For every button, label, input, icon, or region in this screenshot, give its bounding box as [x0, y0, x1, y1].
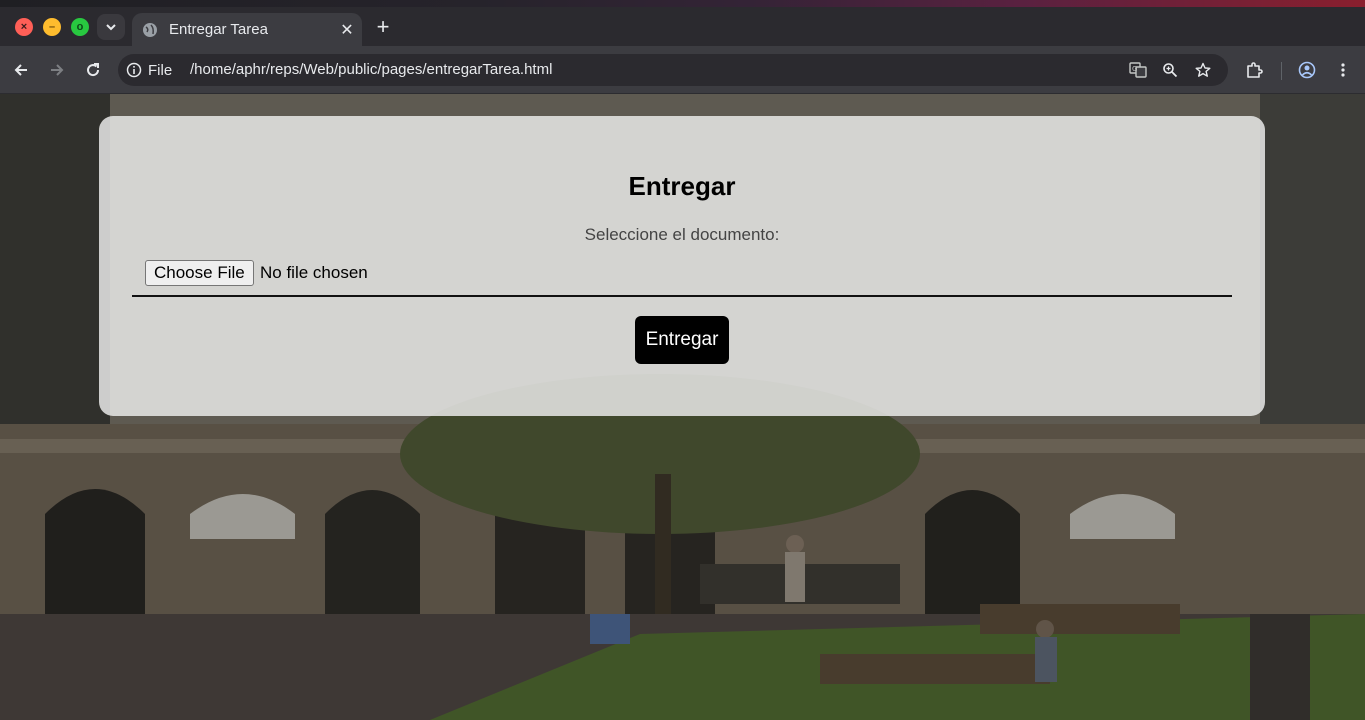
browser-toolbar: File /home/aphr/reps/Web/public/pages/en…	[0, 46, 1365, 94]
back-button[interactable]	[7, 56, 35, 84]
tab-search-button[interactable]	[97, 14, 125, 40]
kebab-menu-icon	[1341, 63, 1345, 77]
window-minimize-button[interactable]: –	[43, 18, 61, 36]
info-icon	[126, 62, 142, 78]
file-prompt-label: Seleccione el documento:	[584, 225, 780, 244]
page-viewport: Entregar Seleccione el documento: Choose…	[0, 94, 1365, 720]
window-maximize-button[interactable]: o	[71, 18, 89, 36]
profile-button[interactable]	[1293, 56, 1321, 84]
forward-arrow-icon	[51, 64, 64, 76]
forward-button[interactable]	[43, 56, 71, 84]
tab-title: Entregar Tarea	[169, 21, 268, 38]
extensions-button[interactable]	[1240, 56, 1268, 84]
browser-menu-button[interactable]	[1329, 56, 1357, 84]
file-input[interactable]: Choose File No file chosen	[132, 258, 1232, 297]
translate-button[interactable]: G	[1126, 58, 1150, 82]
zoom-button[interactable]	[1158, 58, 1182, 82]
back-arrow-icon	[14, 64, 27, 76]
svg-text:G: G	[1132, 65, 1137, 73]
toolbar-divider	[1281, 62, 1282, 80]
submit-button[interactable]: Entregar	[635, 316, 729, 364]
star-icon	[1195, 62, 1211, 77]
window-close-button[interactable]: ×	[15, 18, 33, 36]
new-tab-button[interactable]: +	[372, 16, 394, 38]
bookmark-button[interactable]	[1191, 58, 1215, 82]
reload-icon	[87, 63, 100, 77]
scheme-label: File	[148, 61, 173, 79]
translate-icon: G	[1129, 62, 1147, 78]
page-title: Entregar	[628, 171, 736, 201]
submission-card: Entregar Seleccione el documento: Choose…	[99, 116, 1265, 416]
tab-close-icon[interactable]: ✕	[336, 19, 358, 41]
profile-icon	[1298, 61, 1316, 79]
file-status-text: No file chosen	[260, 263, 368, 282]
choose-file-button[interactable]: Choose File	[145, 260, 254, 286]
zoom-icon	[1163, 63, 1178, 78]
address-bar[interactable]: File /home/aphr/reps/Web/public/pages/en…	[118, 54, 1228, 86]
url-text[interactable]: /home/aphr/reps/Web/public/pages/entrega…	[190, 61, 552, 78]
site-info-chip[interactable]: File	[126, 59, 172, 81]
chevron-down-icon	[106, 24, 116, 31]
tab-active[interactable]: Entregar Tarea ✕	[132, 13, 362, 46]
reload-button[interactable]	[79, 56, 107, 84]
globe-icon	[142, 22, 158, 38]
puzzle-icon	[1247, 62, 1263, 78]
